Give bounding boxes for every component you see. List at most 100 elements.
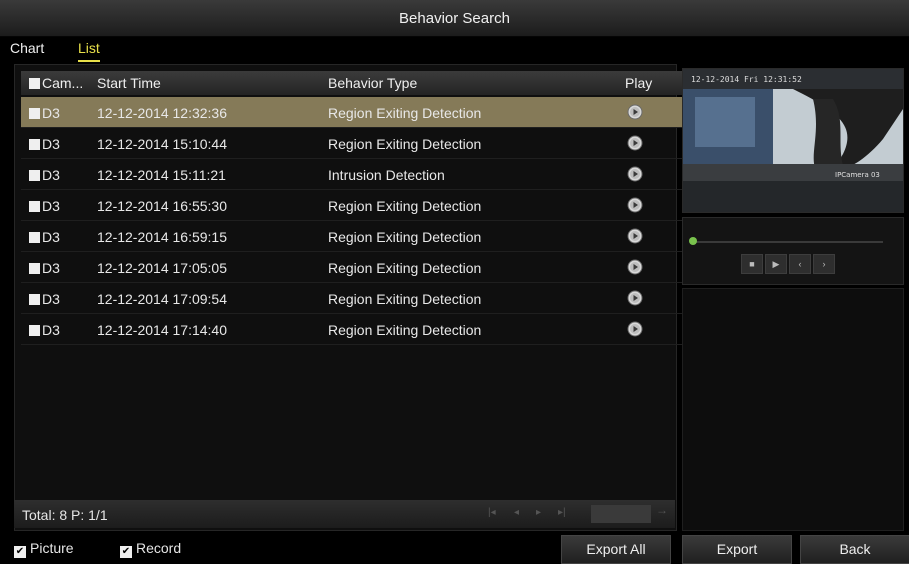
table-row[interactable]: D3 12-12-2014 15:10:44 Region Exiting Dete… — [21, 128, 685, 159]
record-checkbox[interactable]: ✔ Record — [120, 540, 181, 558]
row-camera: D3 — [29, 167, 60, 183]
table-footer: Total: 8 P: 1/1 |◂ ◂ ▸ ▸| → — [14, 500, 675, 528]
active-tab-underline — [78, 60, 100, 62]
pager: |◂ ◂ ▸ ▸| — [484, 507, 604, 521]
row-behavior-type: Region Exiting Detection — [328, 136, 482, 152]
stop-icon[interactable]: ■ — [741, 254, 763, 274]
bottom-bar: ✔ Picture ✔ Record Export All Export Back — [0, 533, 909, 564]
title-bar: Behavior Search — [0, 0, 909, 37]
next-icon[interactable]: › — [813, 254, 835, 274]
row-behavior-type: Region Exiting Detection — [328, 229, 482, 245]
row-camera-label: D3 — [42, 291, 60, 307]
table-row[interactable]: D3 12-12-2014 17:09:54 Region Exiting Dete… — [21, 283, 685, 314]
column-play: Play — [625, 75, 653, 91]
export-all-button[interactable]: Export All — [561, 535, 671, 564]
table-row[interactable]: D3 12-12-2014 16:59:15 Region Exiting Dete… — [21, 221, 685, 252]
row-camera: D3 — [29, 229, 60, 245]
select-all-checkbox[interactable] — [29, 78, 40, 89]
next-page-icon[interactable]: ▸ — [536, 507, 541, 518]
first-page-icon[interactable]: |◂ — [488, 507, 496, 518]
tab-chart[interactable]: Chart — [10, 40, 44, 56]
record-check-icon: ✔ — [120, 546, 132, 558]
picture-checkbox[interactable]: ✔ Picture — [14, 540, 74, 558]
play-icon[interactable] — [627, 197, 643, 213]
result-panel: Cam... Start Time Behavior Type Play D3 1… — [14, 64, 685, 531]
playback-controls: ■ ▶ ‹ › — [682, 217, 904, 285]
play-icon[interactable]: ▶ — [765, 254, 787, 274]
row-camera-label: D3 — [42, 260, 60, 276]
row-checkbox[interactable] — [29, 139, 40, 150]
row-camera: D3 — [29, 322, 60, 338]
row-behavior-type: Region Exiting Detection — [328, 198, 482, 214]
last-page-icon[interactable]: ▸| — [558, 507, 566, 518]
row-camera-label: D3 — [42, 105, 60, 121]
row-camera: D3 — [29, 198, 60, 214]
row-behavior-type: Region Exiting Detection — [328, 322, 482, 338]
row-behavior-type: Region Exiting Detection — [328, 291, 482, 307]
tab-list[interactable]: List — [78, 40, 100, 62]
tab-bar: Chart List — [0, 36, 909, 62]
row-start-time: 12-12-2014 15:11:21 — [97, 167, 226, 183]
back-button[interactable]: Back — [800, 535, 909, 564]
play-icon[interactable] — [627, 104, 643, 120]
row-behavior-type: Intrusion Detection — [328, 167, 445, 183]
window-title: Behavior Search — [399, 10, 510, 27]
row-start-time: 12-12-2014 15:10:44 — [97, 136, 227, 152]
table-row[interactable]: D3 12-12-2014 15:11:21 Intrusion Detection — [21, 159, 685, 190]
prev-page-icon[interactable]: ◂ — [514, 507, 519, 518]
export-button[interactable]: Export — [682, 535, 792, 564]
row-checkbox[interactable] — [29, 108, 40, 119]
row-camera: D3 — [29, 105, 60, 121]
row-camera-label: D3 — [42, 167, 60, 183]
prev-icon[interactable]: ‹ — [789, 254, 811, 274]
row-start-time: 12-12-2014 16:55:30 — [97, 198, 227, 214]
play-icon[interactable] — [627, 228, 643, 244]
go-page-icon[interactable]: → — [656, 503, 668, 517]
row-camera: D3 — [29, 260, 60, 276]
table-row[interactable]: D3 12-12-2014 12:32:36 Region Exiting Dete… — [21, 97, 685, 128]
preview-image: 12-12-2014 Fri 12:31:52 IPCamera 03 — [683, 69, 903, 212]
column-camera-label: Cam... — [42, 75, 84, 91]
video-preview: 12-12-2014 Fri 12:31:52 IPCamera 03 — [682, 68, 904, 213]
row-camera-label: D3 — [42, 322, 60, 338]
table-row[interactable]: D3 12-12-2014 16:55:30 Region Exiting Dete… — [21, 190, 685, 221]
play-icon[interactable] — [627, 166, 643, 182]
svg-text:IPCamera 03: IPCamera 03 — [835, 171, 880, 179]
row-checkbox[interactable] — [29, 263, 40, 274]
row-start-time: 12-12-2014 17:09:54 — [97, 291, 227, 307]
progress-knob[interactable] — [689, 237, 697, 245]
play-icon[interactable] — [627, 321, 643, 337]
picture-check-icon: ✔ — [14, 546, 26, 558]
row-camera-label: D3 — [42, 198, 60, 214]
row-camera: D3 — [29, 136, 60, 152]
row-start-time: 12-12-2014 12:32:36 — [97, 105, 227, 121]
table-row[interactable]: D3 12-12-2014 17:05:05 Region Exiting Dete… — [21, 252, 685, 283]
row-checkbox[interactable] — [29, 232, 40, 243]
play-icon[interactable] — [627, 259, 643, 275]
row-checkbox[interactable] — [29, 294, 40, 305]
column-start-time[interactable]: Start Time — [97, 75, 161, 91]
column-behavior-type[interactable]: Behavior Type — [328, 75, 417, 91]
table-row[interactable]: D3 12-12-2014 17:14:40 Region Exiting Dete… — [21, 314, 685, 345]
tab-list-label: List — [78, 40, 100, 56]
page-input[interactable] — [591, 505, 651, 523]
row-behavior-type: Region Exiting Detection — [328, 260, 482, 276]
row-checkbox[interactable] — [29, 170, 40, 181]
row-camera-label: D3 — [42, 136, 60, 152]
table-header: Cam... Start Time Behavior Type Play — [21, 71, 685, 95]
row-behavior-type: Region Exiting Detection — [328, 105, 482, 121]
row-start-time: 12-12-2014 17:05:05 — [97, 260, 227, 276]
svg-text:12-12-2014 Fri 12:31:52: 12-12-2014 Fri 12:31:52 — [691, 75, 802, 84]
row-checkbox[interactable] — [29, 201, 40, 212]
progress-bar[interactable] — [693, 241, 883, 243]
side-panel — [682, 288, 904, 531]
total-count: Total: 8 P: 1/1 — [22, 507, 108, 523]
row-start-time: 12-12-2014 16:59:15 — [97, 229, 227, 245]
record-label: Record — [136, 540, 182, 556]
row-camera: D3 — [29, 291, 60, 307]
play-icon[interactable] — [627, 290, 643, 306]
row-checkbox[interactable] — [29, 325, 40, 336]
column-camera[interactable]: Cam... — [29, 75, 83, 91]
play-icon[interactable] — [627, 135, 643, 151]
row-start-time: 12-12-2014 17:14:40 — [97, 322, 227, 338]
